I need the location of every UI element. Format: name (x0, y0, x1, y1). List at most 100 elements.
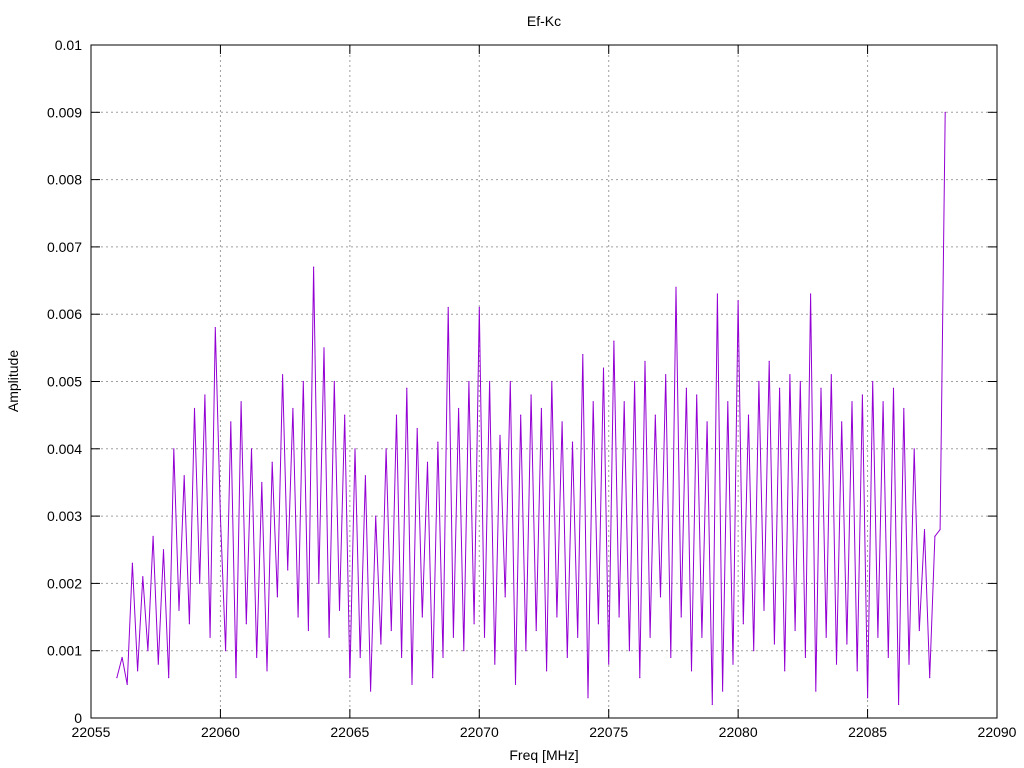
data-point (561, 421, 563, 423)
data-point (359, 656, 361, 659)
data-point (696, 394, 698, 396)
y-tick-label: 0.004 (47, 441, 82, 457)
data-point (659, 596, 662, 598)
data-point (887, 656, 889, 659)
data-point (287, 569, 289, 571)
data-point (892, 387, 895, 389)
data-point (711, 703, 713, 706)
data-point (701, 636, 703, 638)
data-point (219, 515, 222, 517)
data-point (577, 636, 579, 638)
data-point (908, 663, 910, 665)
data-point (846, 643, 848, 645)
data-point (944, 111, 946, 113)
data-point (685, 387, 687, 389)
data-point (608, 663, 610, 665)
data-point (525, 650, 527, 652)
data-point (680, 616, 682, 618)
data-point (193, 407, 196, 410)
data-point (302, 380, 304, 383)
data-point (602, 367, 605, 369)
data-point (447, 306, 449, 309)
data-point (654, 414, 656, 416)
data-point (411, 683, 413, 685)
data-point (815, 690, 817, 692)
data-point (851, 401, 853, 403)
data-point (416, 428, 418, 430)
data-point (401, 656, 403, 659)
data-point (592, 401, 594, 403)
y-tick-label: 0.009 (47, 104, 82, 120)
data-point (271, 461, 273, 463)
data-point (426, 461, 429, 463)
data-point (913, 448, 915, 450)
y-tick-label: 0.01 (55, 37, 82, 53)
data-point (364, 475, 366, 477)
chart-title: Ef-Kc (527, 13, 561, 29)
data-point (225, 650, 227, 652)
data-point (168, 677, 170, 679)
data-point (587, 697, 589, 699)
data-point (758, 380, 760, 383)
data-point (618, 616, 620, 618)
data-point (116, 677, 118, 679)
data-point (727, 401, 729, 403)
data-point (882, 401, 884, 403)
data-point (354, 448, 356, 450)
data-point (333, 380, 335, 383)
data-point (489, 380, 491, 383)
data-point (406, 387, 408, 389)
data-point (162, 549, 165, 551)
y-tick-label: 0.008 (47, 172, 82, 188)
data-point (183, 475, 185, 477)
data-point (753, 650, 755, 652)
data-point (789, 374, 791, 376)
x-tick-label: 22065 (330, 724, 369, 740)
data-point (473, 623, 475, 625)
data-point (571, 441, 574, 443)
data-point (136, 670, 139, 672)
data-point (157, 663, 159, 665)
data-point (742, 623, 744, 625)
data-point (706, 421, 708, 423)
data-point (126, 683, 128, 685)
data-point (820, 387, 822, 389)
data-point (747, 414, 750, 416)
data-point (799, 380, 801, 383)
data-point (483, 636, 486, 638)
data-point (628, 650, 631, 652)
data-point (380, 643, 382, 645)
data-point (866, 697, 869, 699)
data-point (670, 656, 672, 659)
data-point (504, 596, 506, 598)
data-point (142, 576, 144, 578)
data-point (540, 407, 543, 410)
x-axis-label: Freq [MHz] (509, 747, 578, 763)
data-point (675, 286, 677, 288)
data-point (395, 414, 398, 416)
chart: 22055 22060 22065 22070 22075 22080 22085 22090… (5, 13, 1017, 763)
data-point (545, 670, 548, 672)
data-point (773, 643, 775, 645)
x-tick-label: 22090 (978, 724, 1017, 740)
data-point (121, 656, 123, 659)
data-point (903, 407, 905, 410)
data-point (468, 380, 470, 383)
y-tick-label: 0.001 (47, 643, 82, 659)
data-point (245, 623, 247, 625)
data-point (328, 636, 330, 638)
data-point (763, 609, 765, 611)
data-point (463, 650, 465, 652)
data-point (872, 380, 874, 383)
data-point (535, 629, 537, 632)
data-point (509, 380, 511, 383)
data-point (261, 481, 263, 484)
data-point (147, 650, 149, 652)
data-point (204, 394, 206, 396)
y-axis-label: Amplitude (5, 350, 21, 412)
data-point (199, 582, 201, 585)
data-point (292, 407, 294, 410)
x-tick-label: 22075 (589, 724, 628, 740)
data-point (732, 663, 734, 665)
data-point (369, 690, 372, 692)
